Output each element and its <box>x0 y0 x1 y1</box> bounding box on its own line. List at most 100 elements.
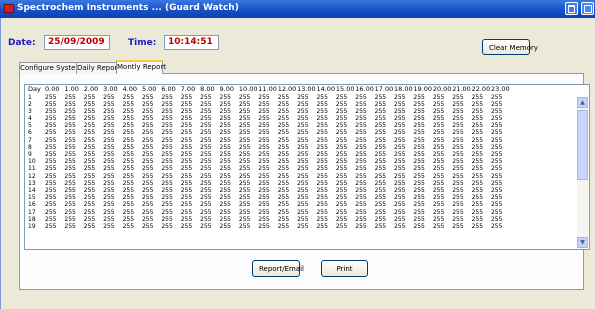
column-header[interactable]: Day <box>28 85 45 94</box>
table-cell: 255 <box>452 143 464 151</box>
day-cell: 18 <box>28 215 36 223</box>
table-cell: 255 <box>490 194 503 202</box>
column-header[interactable]: 2.00 <box>84 85 103 94</box>
table-row[interactable]: 8 255 255 255 255 255 255 255 255 255 255 255 255 255… <box>28 144 510 151</box>
table-row[interactable]: 18 255 255 255 255 255 255 255 255 255 255 255 255 25… <box>28 216 510 223</box>
table-cell: 255 <box>141 201 154 209</box>
time-field[interactable]: 10:14:51 <box>164 35 219 50</box>
table-cell: 255 <box>103 100 115 108</box>
table-row[interactable]: 15 255 255 255 255 255 255 255 255 255 255 255 255 25… <box>28 194 510 201</box>
table-cell: 255 <box>200 172 212 180</box>
print-button[interactable]: Print <box>321 260 368 277</box>
column-header[interactable]: 19.00 <box>413 85 432 94</box>
restore-icon[interactable] <box>581 2 594 15</box>
table-row[interactable]: 14 255 255 255 255 255 255 255 255 255 255 255 255 25… <box>28 187 510 194</box>
table-cell: 255 <box>161 93 173 101</box>
column-header[interactable]: 7.00 <box>181 85 200 94</box>
date-field[interactable]: 25/09/2009 <box>44 35 110 50</box>
column-header[interactable]: 6.00 <box>161 85 180 94</box>
column-header[interactable]: 20.00 <box>433 85 452 94</box>
table-cell: 255 <box>355 129 367 137</box>
table-row[interactable]: 2 255 255 255 255 255 255 255 255 255 255 255 255 255… <box>28 101 510 108</box>
table-row[interactable]: 7 255 255 255 255 255 255 255 255 255 255 255 255 255… <box>28 137 510 144</box>
column-header[interactable]: 15.00 <box>336 85 355 94</box>
table-cell: 255 <box>277 215 290 223</box>
tab-daily-report[interactable]: Daily Report <box>76 62 120 74</box>
table-cell: 255 <box>83 201 96 209</box>
column-header[interactable]: 18.00 <box>394 85 413 94</box>
table-row[interactable]: 19 255 255 255 255 255 255 255 255 255 255 255 255 25… <box>28 223 510 230</box>
table-cell: 255 <box>238 151 251 158</box>
table-row[interactable]: 9 255 255 255 255 255 255 255 255 255 255 255 255 255… <box>28 151 510 158</box>
column-header[interactable]: 21.00 <box>452 85 471 94</box>
table-cell: 255 <box>355 151 367 158</box>
column-header[interactable]: 5.00 <box>142 85 161 94</box>
table-row[interactable]: 5 255 255 255 255 255 255 255 255 255 255 255 255 255… <box>28 122 510 129</box>
column-header[interactable]: 10.00 <box>239 85 258 94</box>
table-row[interactable]: 13 255 255 255 255 255 255 255 255 255 255 255 255 25… <box>28 180 510 187</box>
table-cell: 255 <box>180 186 193 194</box>
scroll-up-icon[interactable]: ▲ <box>577 97 588 108</box>
table-cell: 255 <box>64 158 76 166</box>
column-header[interactable]: 0.00 <box>45 85 64 94</box>
clear-memory-button[interactable]: Clear Memory <box>482 39 538 55</box>
table-cell: 255 <box>335 179 348 187</box>
table-row[interactable]: 12 255 255 255 255 255 255 255 255 255 255 255 255 25… <box>28 173 510 180</box>
table-row[interactable]: 4 255 255 255 255 255 255 255 255 255 255 255 255 255… <box>28 115 510 122</box>
vertical-scrollbar[interactable]: ▲ ▼ <box>577 97 588 248</box>
table-row[interactable]: 10 255 255 255 255 255 255 255 255 255 255 255 255 25… <box>28 158 510 165</box>
table-cell: 255 <box>394 215 406 223</box>
table-cell: 255 <box>432 151 445 158</box>
day-cell: 13 <box>28 179 36 187</box>
column-header[interactable]: 22.00 <box>472 85 491 94</box>
monthly-report-table[interactable]: Day 0.00 1.00 2.00 3.00 4.00 5.00 6.00 7.00 8.00 9… <box>24 84 590 250</box>
tab-monthly-report[interactable]: Montly Report <box>116 60 166 74</box>
column-header[interactable]: 13.00 <box>297 85 316 94</box>
table-row[interactable]: 11 255 255 255 255 255 255 255 255 255 255 255 255 25… <box>28 165 510 172</box>
table-cell: 255 <box>452 194 464 202</box>
table-row[interactable]: 1 255 255 255 255 255 255 255 255 255 255 255 255 255… <box>28 94 510 101</box>
table-cell: 255 <box>335 136 348 144</box>
table-row[interactable]: 17 255 255 255 255 255 255 255 255 255 255 255 255 25… <box>28 209 510 216</box>
table-cell: 255 <box>413 93 425 101</box>
column-header[interactable]: 9.00 <box>220 85 239 94</box>
table-cell: 255 <box>219 93 231 101</box>
table-cell: 255 <box>200 115 212 123</box>
column-header[interactable]: 12.00 <box>278 85 297 94</box>
column-header[interactable]: 23.00 <box>491 85 510 94</box>
table-cell: 255 <box>297 179 309 187</box>
table-row[interactable]: 6 255 255 255 255 255 255 255 255 255 255 255 255 255… <box>28 129 510 136</box>
column-header[interactable]: 1.00 <box>64 85 83 94</box>
table-cell: 255 <box>277 93 290 101</box>
column-header[interactable]: 11.00 <box>258 85 277 94</box>
table-cell: 255 <box>103 151 115 158</box>
table-cell: 255 <box>122 215 135 223</box>
table-cell: 255 <box>122 122 135 130</box>
column-header[interactable]: 14.00 <box>316 85 335 94</box>
table-row[interactable]: 16 255 255 255 255 255 255 255 255 255 255 255 255 25… <box>28 201 510 208</box>
column-header[interactable]: 8.00 <box>200 85 219 94</box>
table-cell: 255 <box>219 107 231 115</box>
day-cell: 4 <box>28 115 32 123</box>
column-header[interactable]: 3.00 <box>103 85 122 94</box>
table-cell: 255 <box>45 143 57 151</box>
tab-configure-system[interactable]: Configure System <box>19 62 82 74</box>
column-header[interactable]: 16.00 <box>355 85 374 94</box>
table-row[interactable]: 3 255 255 255 255 255 255 255 255 255 255 255 255 255… <box>28 108 510 115</box>
column-header[interactable]: 17.00 <box>375 85 394 94</box>
table-cell: 255 <box>413 151 425 158</box>
table-cell: 255 <box>490 208 503 216</box>
table-cell: 255 <box>122 93 135 101</box>
table-cell: 255 <box>83 215 96 223</box>
scrollbar-thumb[interactable] <box>577 110 588 180</box>
table-cell: 255 <box>64 122 76 130</box>
column-header[interactable]: 4.00 <box>123 85 142 94</box>
table-cell: 255 <box>452 215 464 223</box>
table-cell: 255 <box>45 129 57 137</box>
scroll-down-icon[interactable]: ▼ <box>577 237 588 248</box>
table-cell: 255 <box>355 107 367 115</box>
table-cell: 255 <box>490 122 503 130</box>
table-cell: 255 <box>374 208 387 216</box>
maximize-icon[interactable] <box>565 2 578 15</box>
report-email-button[interactable]: Report/Email <box>252 260 304 277</box>
